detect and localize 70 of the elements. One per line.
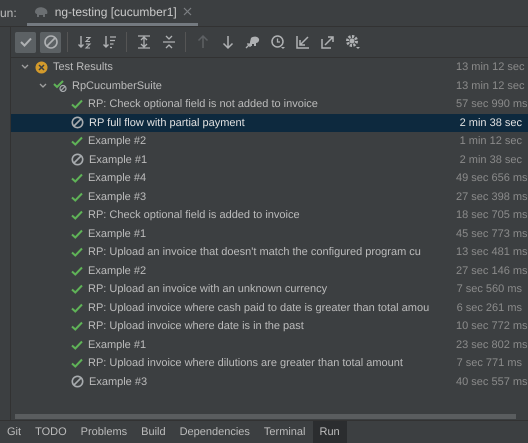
test-name: RP: Upload an invoice with an unknown currency [88,283,328,296]
test-duration: 23 sec 802 ms [456,338,528,351]
test-row[interactable]: Example #3 40 sec 557 ms [11,372,528,391]
test-name: Example #3 [88,190,148,203]
test-row[interactable]: RP: Upload invoice where dilutions are greater than total amount 7 sec 771 ms [11,354,528,372]
test-row[interactable]: RpCucumberSuite 13 min 12 sec [11,76,528,95]
test-name: Example #2 [88,264,148,277]
test-name: Example #1 [88,338,148,351]
toolbar-button[interactable] [40,32,61,52]
test-row[interactable]: RP: Check optional field is added to invoice 18 sec 705 ms [11,206,528,224]
tool-window-tab[interactable]: Dependencies [172,421,257,443]
test-name: RP: Upload invoice where date is in the past [88,320,305,332]
test-row[interactable]: Example #3 27 sec 398 ms [11,188,528,206]
test-row[interactable]: RP full flow with partial payment 2 min 38 sec [11,114,528,132]
close-icon[interactable] [182,7,192,16]
test-row[interactable]: Example #1 23 sec 802 ms [11,336,528,354]
test-duration: 45 sec 773 ms [456,228,528,240]
sort-list-icon [102,34,118,50]
tool-window-tab[interactable]: Build [134,421,173,443]
configuration-tab[interactable]: ng-testing [cucumber1] [26,0,198,26]
test-row[interactable]: RP: Upload invoice where cash paid to date is greater than total amou 6 sec 261 ms [11,298,528,317]
arrow-out-icon [320,34,336,50]
test-row[interactable]: Example #4 49 sec 656 ms [11,169,528,188]
elephant-arrow-icon [244,34,260,50]
test-duration: 27 sec 398 ms [456,190,528,203]
test-row[interactable]: RP: Upload invoice where date is in the past 10 sec 772 ms [11,317,528,336]
test-row[interactable]: Example #2 1 min 12 sec [11,132,528,150]
test-name: Example #1 [89,154,148,166]
test-duration: 27 sec 146 ms [456,264,528,277]
test-duration: 10 sec 772 ms [456,320,528,332]
arrow-in-icon [294,34,310,50]
test-duration: 40 sec 557 ms [456,376,528,388]
test-row[interactable]: Example #2 27 sec 146 ms [11,262,528,280]
test-duration: 49 sec 656 ms [456,172,528,184]
ignored-icon [42,34,58,50]
test-name: Test Results [53,61,114,74]
test-name: Example #2 [88,135,148,148]
test-name: Example #3 [89,376,148,388]
test-name: RP: Upload an invoice that doesn't match the configured program cu [88,246,422,258]
settings-icon [344,34,360,50]
test-row[interactable]: Test Results 13 min 12 sec [11,58,528,76]
sort-alpha-icon [76,34,92,50]
test-name: RP: Upload invoice where cash paid to date is greater than total amou [88,302,430,314]
tool-window-tab[interactable]: Git [0,421,28,443]
toolbar-button[interactable] [15,32,36,52]
test-duration: 57 sec 990 ms [456,98,528,110]
test-row[interactable]: Example #1 2 min 38 sec [11,150,528,169]
test-duration: 13 sec 481 ms [456,246,528,258]
test-row[interactable]: RP: Check optional field is not added to invoice 57 sec 990 ms [11,95,528,114]
test-row[interactable]: RP: Upload an invoice that doesn't match the configured program cu 13 sec 481 ms [11,243,528,262]
test-name: RpCucumberSuite [72,80,163,92]
tool-window-tab[interactable]: TODO [28,421,74,443]
tool-window-tab[interactable]: Run [312,421,347,443]
test-duration: 18 sec 705 ms [456,209,528,222]
clock-icon [270,34,286,50]
test-name: RP: Upload invoice where dilutions are greater than total amount [88,357,404,370]
expand-icon [136,34,152,50]
test-name: RP full flow with partial payment [89,116,246,129]
test-name: RP: Check optional field is not added to invoice [88,98,319,110]
test-name: Example #4 [88,172,148,184]
collapse-icon [160,34,176,50]
test-name: RP: Check optional field is added to invoice [88,209,301,222]
run-tab-title: ng-testing [cucumber1] [54,4,177,18]
tool-window-tab[interactable]: Terminal [256,421,312,443]
test-row[interactable]: RP: Upload an invoice with an unknown currency 7 sec 560 ms [11,280,528,298]
tool-window-tab[interactable]: Problems [74,421,134,443]
test-name: Example #1 [88,228,148,240]
horizontal-scrollbar[interactable] [15,414,516,419]
run-label: un: [0,5,18,22]
test-row[interactable]: Example #1 45 sec 773 ms [11,224,528,243]
